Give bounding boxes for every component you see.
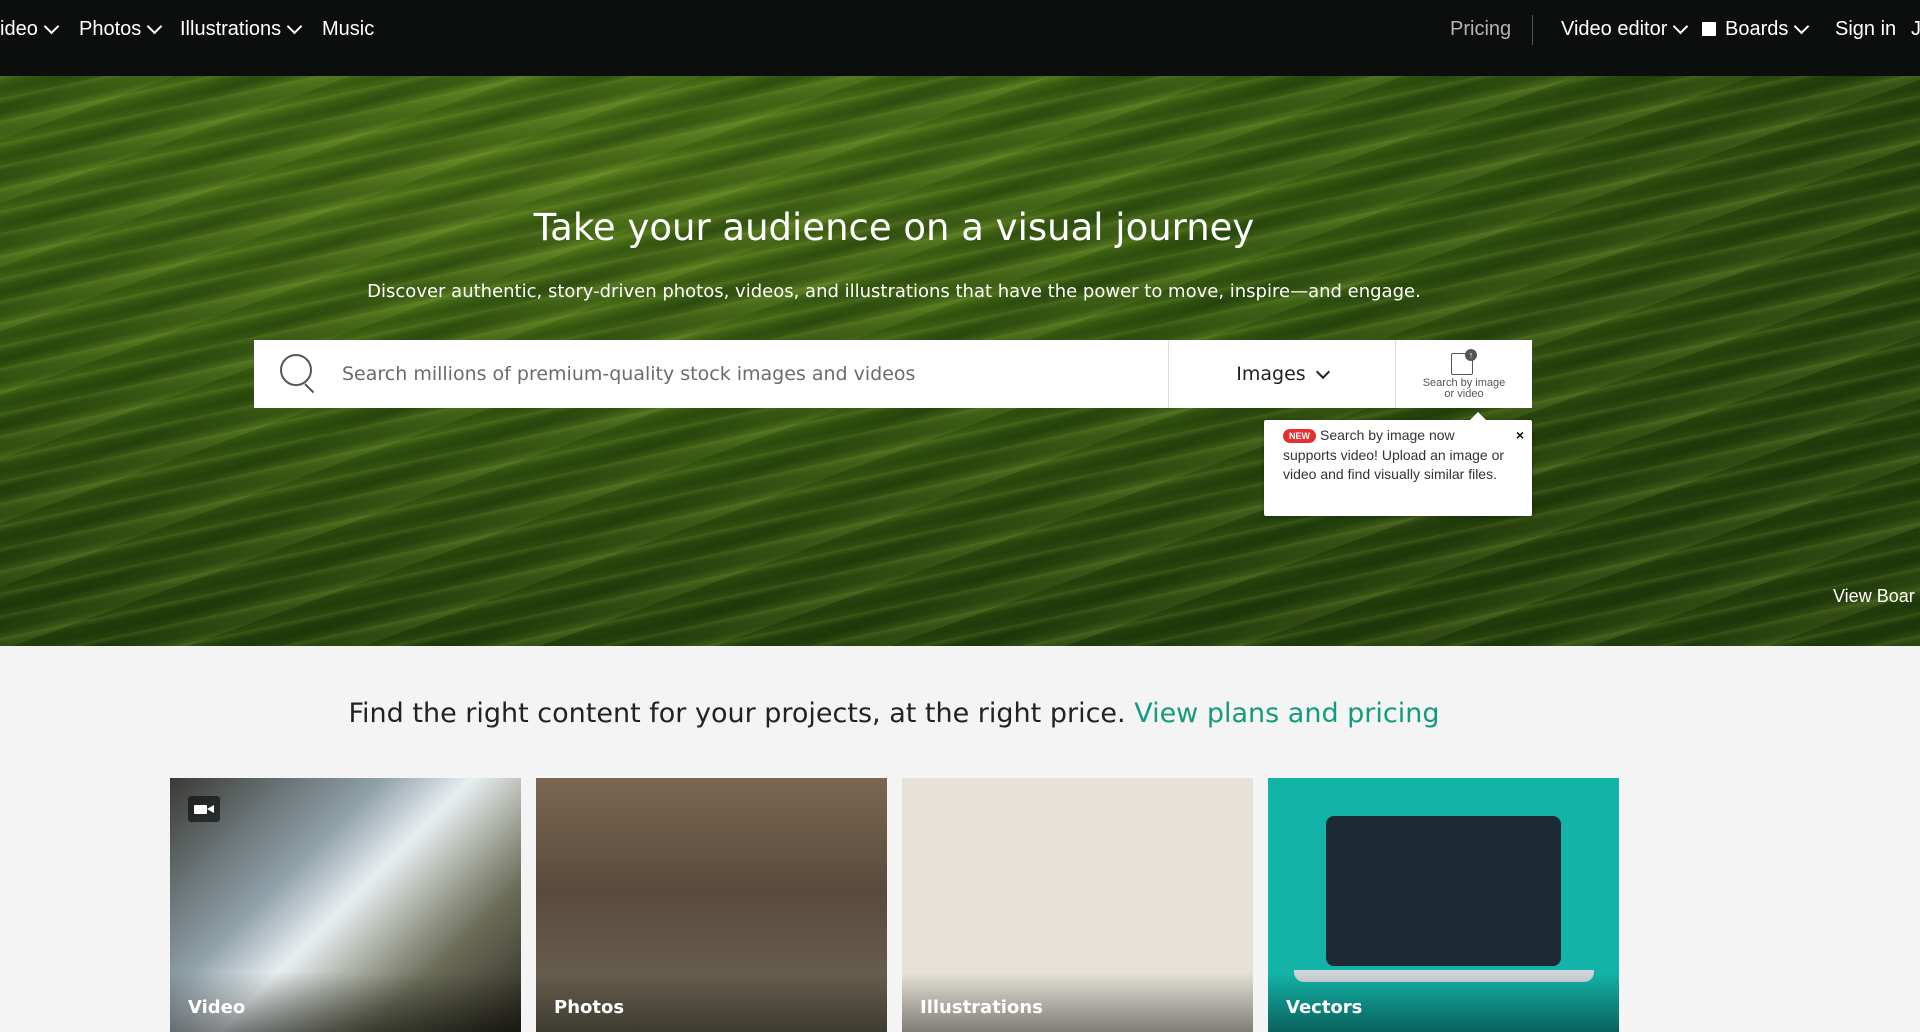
tile-label: Video xyxy=(188,997,246,1018)
search-input[interactable] xyxy=(340,340,1168,408)
search-type-label: Images xyxy=(1236,363,1306,385)
image-upload-icon: ↑ xyxy=(1451,348,1477,375)
hero-subtitle: Discover authentic, story-driven photos,… xyxy=(367,281,1421,302)
search-type-dropdown[interactable]: Images xyxy=(1168,340,1395,408)
chevron-down-icon xyxy=(286,18,303,34)
nav-video-editor-label: Video editor xyxy=(1561,17,1668,40)
chevron-down-icon xyxy=(43,18,60,34)
search-icon[interactable] xyxy=(254,340,340,408)
view-plans-link[interactable]: View plans and pricing xyxy=(1134,698,1439,729)
tile-label: Illustrations xyxy=(920,997,1043,1018)
search-by-image-tooltip: NEW Search by image now supports video! U… xyxy=(1264,412,1532,516)
image-search-label-line2: or video xyxy=(1444,387,1484,400)
close-icon[interactable]: × xyxy=(1516,426,1524,446)
nav-sign-in-link[interactable]: Sign in xyxy=(1835,0,1896,58)
boards-icon xyxy=(1702,22,1716,36)
nav-video-label: ideo xyxy=(0,17,38,40)
nav-sign-in-label: Sign in xyxy=(1835,17,1897,40)
promo-text: Find the right content for your projects… xyxy=(348,698,1135,729)
nav-video-editor-menu[interactable]: Video editor xyxy=(1561,0,1689,58)
top-navigation: ideo Photos Illustrations Music Pricing … xyxy=(0,0,1920,76)
tooltip-text: Search by image now supports video! Uplo… xyxy=(1283,427,1505,482)
chevron-down-icon xyxy=(1315,364,1330,379)
nav-boards-label: Boards xyxy=(1725,17,1789,40)
content-type-tiles: Video Photos Illustrations Vectors xyxy=(170,778,1619,1032)
chevron-down-icon xyxy=(146,18,163,34)
nav-pricing-label: Pricing xyxy=(1450,17,1512,40)
nav-illustrations-menu[interactable]: Illustrations xyxy=(180,0,303,58)
search-bar: Images ↑ Search by image or video xyxy=(254,340,1532,408)
nav-video-menu[interactable]: ideo xyxy=(0,0,60,58)
tile-vectors[interactable]: Vectors xyxy=(1268,778,1619,1032)
nav-music-link[interactable]: Music xyxy=(322,0,374,58)
nav-illustrations-label: Illustrations xyxy=(180,17,282,40)
pricing-promo: Find the right content for your projects… xyxy=(0,698,1788,729)
laptop-illustration xyxy=(1326,816,1561,966)
tile-photos[interactable]: Photos xyxy=(536,778,887,1032)
chevron-down-icon xyxy=(1794,18,1810,34)
search-by-image-button[interactable]: ↑ Search by image or video xyxy=(1395,340,1532,408)
nav-cut-off-item[interactable]: J xyxy=(1911,0,1920,58)
tile-label: Vectors xyxy=(1286,997,1363,1018)
nav-photos-label: Photos xyxy=(79,17,142,40)
nav-cut-off-label: J xyxy=(1911,17,1920,40)
tile-label: Photos xyxy=(554,997,625,1018)
tile-video[interactable]: Video xyxy=(170,778,521,1032)
nav-pricing-link[interactable]: Pricing xyxy=(1450,0,1511,58)
hero-title: Take your audience on a visual journey xyxy=(533,206,1255,249)
tile-illustrations[interactable]: Illustrations xyxy=(902,778,1253,1032)
nav-boards-menu[interactable]: Boards xyxy=(1702,0,1810,58)
view-board-link[interactable]: View Boar xyxy=(1833,586,1915,607)
hero-banner: Take your audience on a visual journey D… xyxy=(0,76,1920,646)
chevron-down-icon xyxy=(1673,18,1689,34)
video-camera-icon xyxy=(188,796,220,822)
nav-divider xyxy=(1532,15,1533,45)
new-badge: NEW xyxy=(1283,429,1316,443)
nav-music-label: Music xyxy=(322,17,375,40)
nav-photos-menu[interactable]: Photos xyxy=(79,0,163,58)
image-search-label-line1: Search by image xyxy=(1422,376,1506,389)
